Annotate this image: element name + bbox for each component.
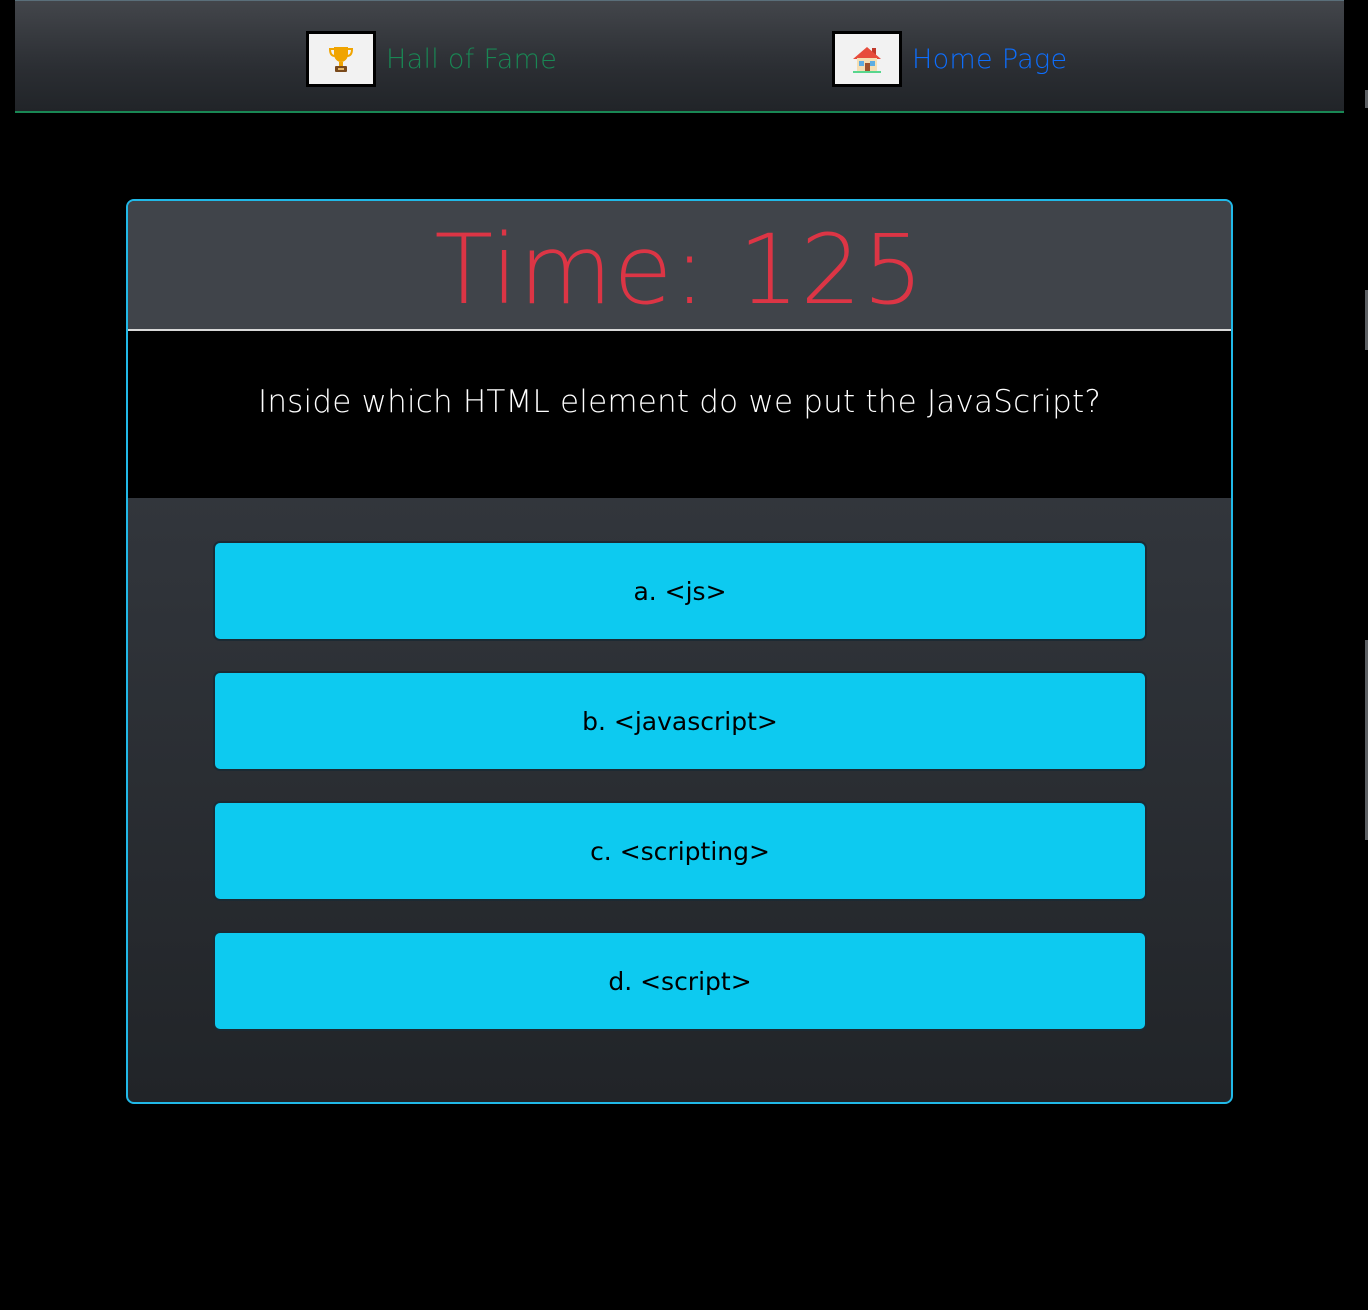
answer-list: a. <js> b. <javascript> c. <scripting> d… (213, 541, 1147, 1061)
timer-header: Time: 125 (128, 201, 1231, 331)
answer-button-a[interactable]: a. <js> (213, 541, 1147, 641)
house-icon (853, 47, 881, 73)
top-navbar: Hall of Fame Home Page (15, 0, 1344, 113)
quiz-card: Time: 125 Inside which HTML element do w… (126, 199, 1233, 1104)
home-page-icon-box (832, 31, 902, 87)
hall-of-fame-link[interactable]: Hall of Fame (306, 31, 557, 87)
answer-button-b[interactable]: b. <javascript> (213, 671, 1147, 771)
home-page-link[interactable]: Home Page (832, 31, 1067, 87)
answer-button-d[interactable]: d. <script> (213, 931, 1147, 1031)
timer-display: Time: 125 (434, 214, 925, 326)
trophy-icon (328, 47, 354, 72)
question-text: Inside which HTML element do we put the … (257, 384, 1101, 420)
answer-button-c[interactable]: c. <scripting> (213, 801, 1147, 901)
home-page-label: Home Page (912, 43, 1068, 75)
hall-of-fame-label: Hall of Fame (386, 43, 558, 75)
hall-of-fame-icon-box (306, 31, 376, 87)
question-area: Inside which HTML element do we put the … (128, 331, 1231, 498)
